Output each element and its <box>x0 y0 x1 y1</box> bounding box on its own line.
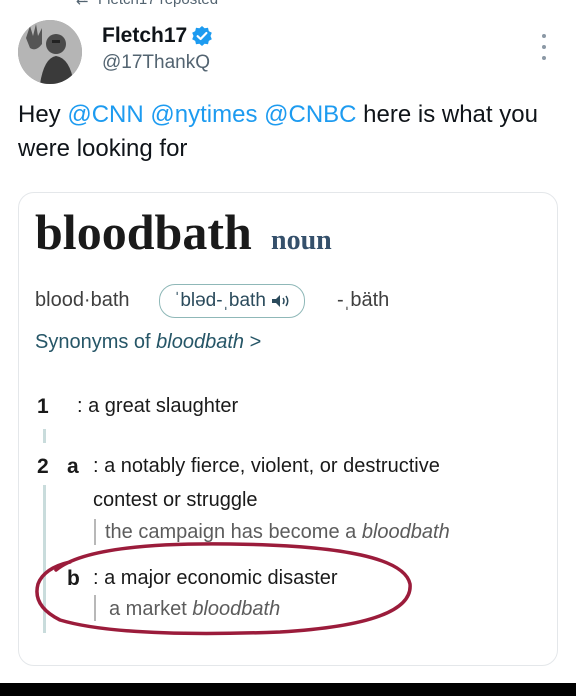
synonyms-prefix: Synonyms of <box>35 331 157 353</box>
part-of-speech: noun <box>271 225 332 256</box>
sense-2-number: 2 <box>37 455 49 478</box>
sense-2a-example: the campaign has become a bloodbath <box>105 521 450 544</box>
example-bar <box>94 595 96 621</box>
sense-2a-letter: a <box>67 455 79 478</box>
sense-2b-example: a market bloodbath <box>109 598 280 621</box>
sense-2b-example-text: a market <box>109 598 193 620</box>
repost-text: Fletch17 reposted <box>98 0 218 8</box>
author-display-name[interactable]: Fletch17 <box>102 24 187 48</box>
sense-2a-definition-line2: contest or struggle <box>93 489 258 511</box>
sense-2b-example-em: bloodbath <box>192 598 281 620</box>
sense-2b-letter: b <box>67 567 80 590</box>
repost-icon: ⇄ <box>76 0 92 8</box>
sense-2a-example-text: the campaign has become a <box>105 521 362 543</box>
alt-pronunciation: -ˌbäth <box>337 289 390 311</box>
synonyms-word: bloodbath <box>156 331 245 353</box>
chevron-right-icon: > <box>249 331 262 353</box>
sense-2a-definition-line1: : a notably fierce, violent, or destruct… <box>93 455 440 477</box>
avatar[interactable] <box>18 20 82 84</box>
pronunciation-button[interactable]: ˈbləd-ˌbath <box>159 284 305 318</box>
verified-badge-icon <box>192 26 212 46</box>
bottom-edge-bar <box>0 683 576 696</box>
sense-2a-example-em: bloodbath <box>361 521 450 543</box>
synonyms-link[interactable]: Synonyms of bloodbath > <box>35 331 261 354</box>
tweet-prefix: Hey <box>18 101 68 128</box>
pronunciation-text: ˈbləd-ˌbath <box>174 290 266 311</box>
more-options-icon[interactable] <box>534 34 554 60</box>
example-bar <box>94 519 96 545</box>
sense-2-vertical-rule <box>43 485 46 633</box>
dictionary-headword: bloodbath <box>35 204 252 260</box>
sense-1-number: 1 <box>37 395 49 418</box>
speaker-icon <box>271 295 289 307</box>
sense-1-definition: : a great slaughter <box>77 395 239 417</box>
tweet-screenshot: ⇄ Fletch17 reposted Fletch17 @17ThankQ He… <box>0 0 576 696</box>
repost-indicator: ⇄ Fletch17 reposted <box>76 0 218 8</box>
sense-divider <box>43 429 46 443</box>
mention-cnn[interactable]: @CNN <box>67 101 143 128</box>
mention-nytimes[interactable]: @nytimes <box>150 101 257 128</box>
dictionary-image-card[interactable]: bloodbath noun blood·bath ˈbləd-ˌbath -ˌ… <box>18 192 558 666</box>
syllable-breakdown: blood·bath <box>35 289 130 311</box>
mention-cnbc[interactable]: @CNBC <box>264 101 356 128</box>
avatar-image <box>18 20 82 84</box>
tweet-text: Hey @CNN @nytimes @CNBC here is what you… <box>18 98 558 166</box>
sense-2b-definition: : a major economic disaster <box>93 567 338 589</box>
author-handle[interactable]: @17ThankQ <box>102 52 210 74</box>
